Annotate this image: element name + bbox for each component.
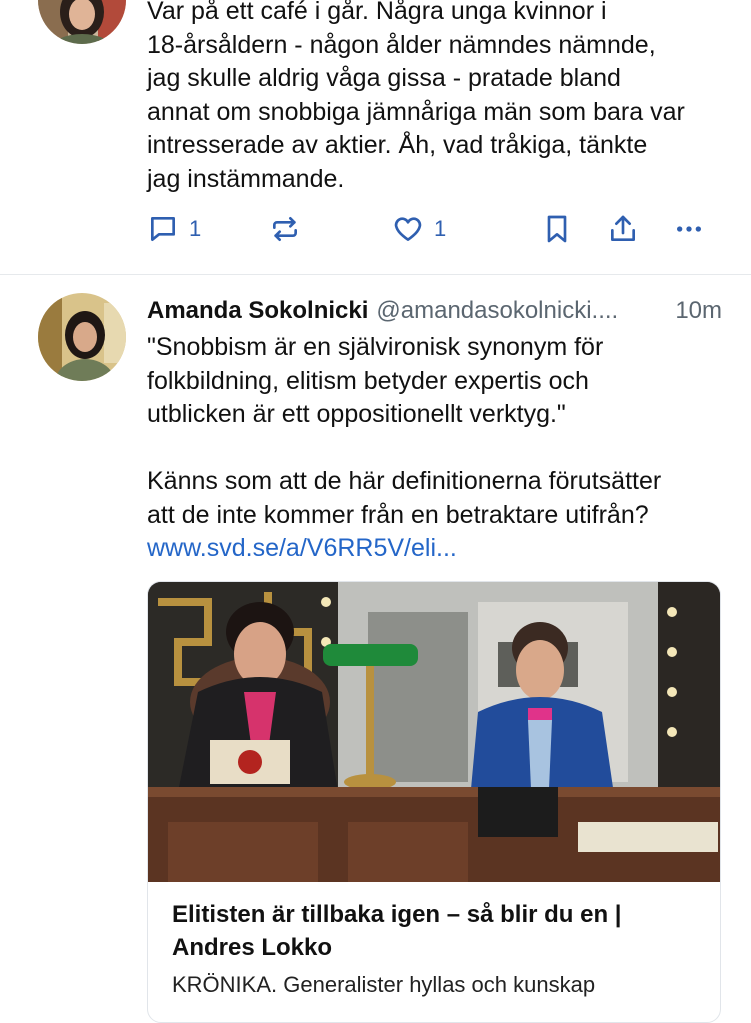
tweet-text: "Snobbism är en självironisk synonym för… bbox=[147, 333, 662, 529]
card-image bbox=[148, 582, 720, 882]
tweet-2[interactable]: Amanda Sokolnicki @amandasokolnicki.... … bbox=[0, 0, 751, 1023]
avatar[interactable] bbox=[38, 293, 126, 381]
link-card[interactable]: Elitisten är tillbaka igen – så blir du … bbox=[147, 581, 721, 1023]
author-name[interactable]: Amanda Sokolnicki bbox=[147, 297, 368, 325]
tweet-header: Amanda Sokolnicki @amandasokolnicki.... … bbox=[147, 294, 722, 328]
tweet-link[interactable]: www.svd.se/a/V6RR5V/eli... bbox=[147, 532, 727, 566]
timestamp[interactable]: 10m bbox=[675, 297, 722, 325]
card-title: Elitisten är tillbaka igen – så blir du … bbox=[172, 901, 622, 961]
card-description: KRÖNIKA. Generalister hyllas och kunskap bbox=[172, 972, 596, 997]
author-handle[interactable]: @amandasokolnicki.... bbox=[376, 297, 665, 325]
